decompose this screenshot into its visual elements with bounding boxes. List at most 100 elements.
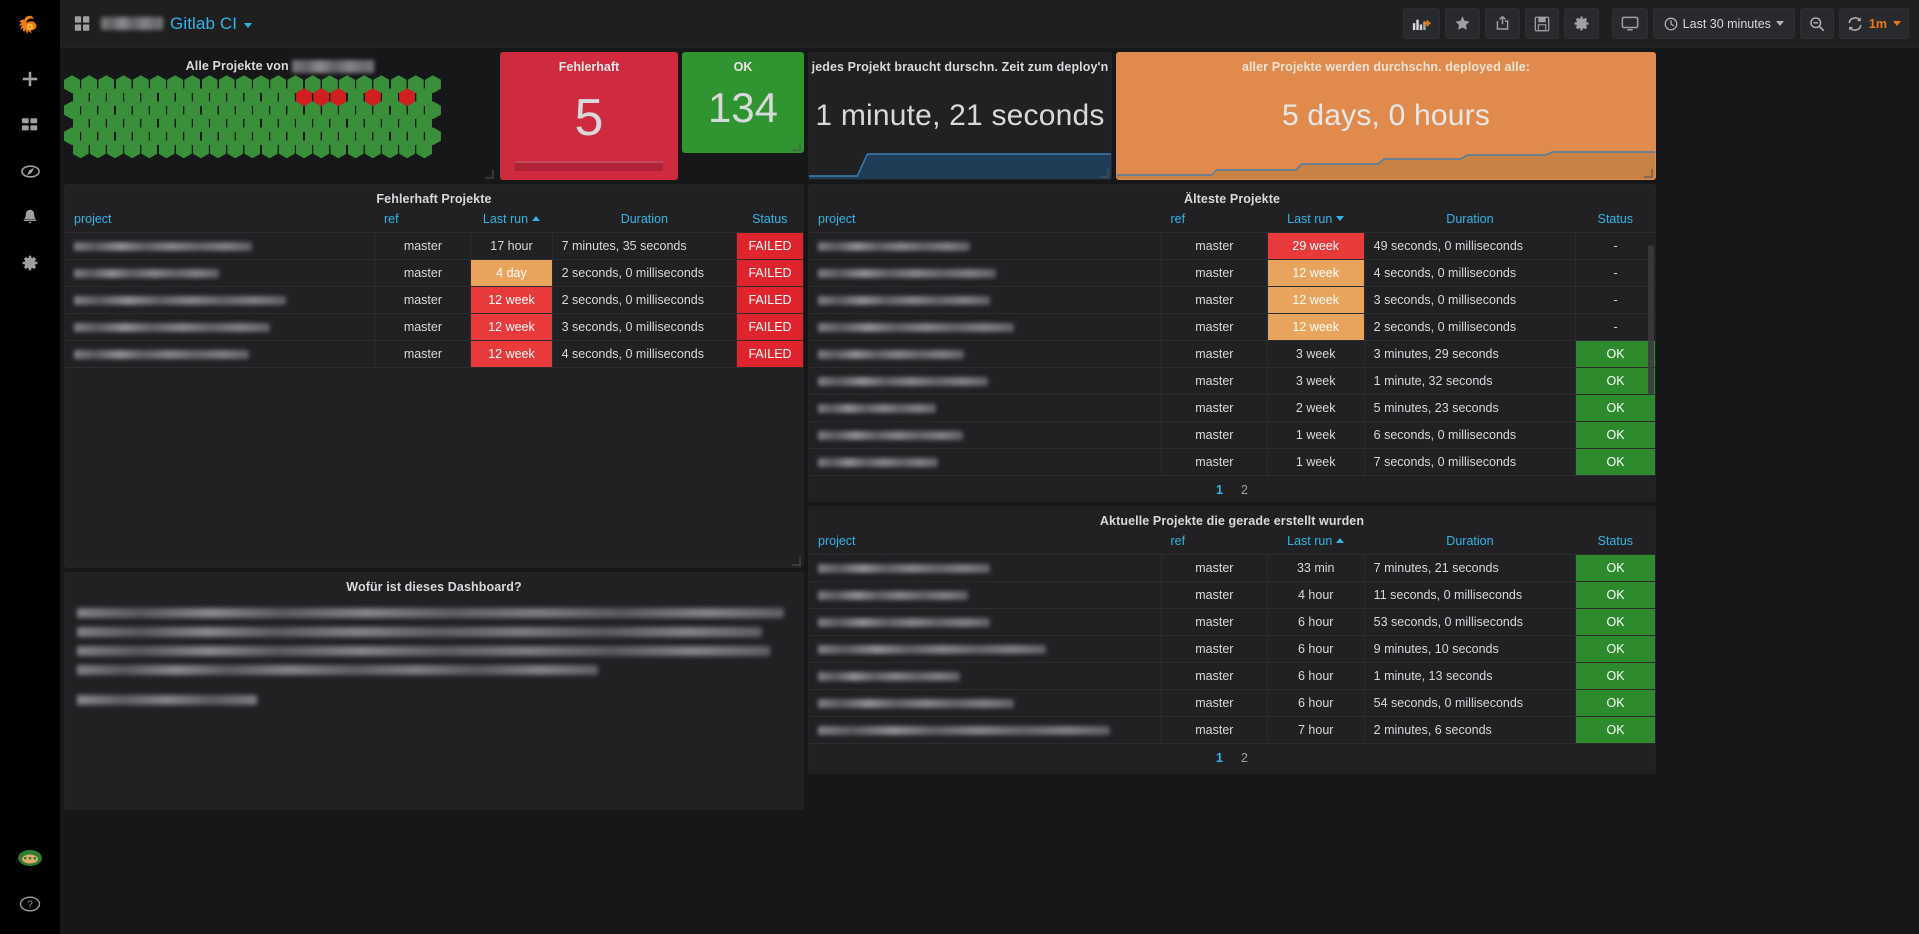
cell-project[interactable] [809,449,1162,476]
panel-all-projects-hexmap[interactable]: Alle Projekte von [64,52,496,180]
sidebar-item-user-avatar[interactable] [0,842,60,888]
table-row[interactable]: master2 week5 minutes, 23 secondsOK [809,395,1655,422]
table-row[interactable]: master12 week2 seconds, 0 milliseconds- [809,314,1655,341]
table-row[interactable]: master12 week3 seconds, 0 milliseconds- [809,287,1655,314]
grafana-logo[interactable] [0,0,60,56]
table-row[interactable]: master7 hour2 minutes, 6 secondsOK [809,717,1655,744]
pagination-page-1[interactable]: 1 [1216,751,1223,765]
cell-project[interactable] [809,233,1162,260]
table-row[interactable]: master12 week4 seconds, 0 millisecondsFA… [65,341,803,368]
cell-project[interactable] [809,314,1162,341]
table-row[interactable]: master4 day2 seconds, 0 millisecondsFAIL… [65,260,803,287]
column-header-project[interactable]: project [65,206,375,233]
oldest-projects-scrollbar[interactable] [1648,245,1654,395]
sidebar-item-help[interactable]: ? [0,888,60,934]
panel-resize-handle[interactable] [792,557,801,566]
table-row[interactable]: master1 week6 seconds, 0 millisecondsOK [809,422,1655,449]
save-dashboard-button[interactable] [1525,8,1559,39]
panel-resize-handle[interactable] [1100,169,1109,178]
table-row[interactable]: master17 hour7 minutes, 35 secondsFAILED [65,233,803,260]
column-header-lastrun[interactable]: Last run [1267,206,1364,233]
panel-resize-handle[interactable] [1644,169,1653,178]
cell-project[interactable] [809,717,1162,744]
sidebar-item-create[interactable] [0,56,60,102]
cell-project[interactable] [809,368,1162,395]
cell-project[interactable] [65,287,375,314]
cell-project[interactable] [65,260,375,287]
dashboard-grid-icon[interactable] [74,15,91,32]
cell-project[interactable] [809,555,1162,582]
panel-oldest-projects-table[interactable]: Älteste Projekte projectrefLast runDurat… [808,184,1656,502]
panel-resize-handle[interactable] [485,170,494,179]
sidebar-item-explore[interactable] [0,148,60,194]
panel-recent-projects-table[interactable]: Aktuelle Projekte die gerade erstellt wu… [808,506,1656,774]
column-header-ref[interactable]: ref [375,206,471,233]
sidebar-item-alerting[interactable] [0,194,60,240]
table-row[interactable]: master12 week3 seconds, 0 millisecondsFA… [65,314,803,341]
dashboard-title-picker[interactable]: Gitlab CI [101,14,252,34]
table-row[interactable]: master6 hour53 seconds, 0 millisecondsOK [809,609,1655,636]
cell-project[interactable] [809,422,1162,449]
panel-failed-count[interactable]: Fehlerhaft 5 [500,52,678,180]
panel-avg-deploy-time[interactable]: jedes Projekt braucht durschn. Zeit zum … [808,52,1112,180]
column-header-status[interactable]: Status [1576,528,1655,555]
column-header-project[interactable]: project [809,206,1162,233]
oldest-projects-pagination[interactable]: 12 [809,476,1655,501]
refresh-picker[interactable]: 1m [1839,8,1909,39]
table-row[interactable]: master6 hour1 minute, 13 secondsOK [809,663,1655,690]
cell-project[interactable] [809,341,1162,368]
table-row[interactable]: master1 week7 seconds, 0 millisecondsOK [809,449,1655,476]
column-header-status[interactable]: Status [1576,206,1655,233]
table-row[interactable]: master3 week3 minutes, 29 secondsOK [809,341,1655,368]
zoom-out-time-button[interactable] [1800,8,1834,39]
panel-resize-handle[interactable] [792,142,801,151]
column-header-ref[interactable]: ref [1162,528,1268,555]
table-row[interactable]: master29 week49 seconds, 0 milliseconds- [809,233,1655,260]
panel-avg-deploy-frequency[interactable]: aller Projekte werden durchschn. deploye… [1116,52,1656,180]
column-header-duration[interactable]: Duration [1364,528,1576,555]
kiosk-mode-button[interactable] [1612,8,1648,39]
table-row[interactable]: master6 hour9 minutes, 10 secondsOK [809,636,1655,663]
cell-project[interactable] [65,233,375,260]
column-header-status[interactable]: Status [737,206,803,233]
column-header-duration[interactable]: Duration [552,206,737,233]
cell-project[interactable] [65,341,375,368]
table-row[interactable]: master6 hour54 seconds, 0 millisecondsOK [809,690,1655,717]
cell-project[interactable] [809,609,1162,636]
sidebar-item-configuration[interactable] [0,240,60,286]
panel-ok-count[interactable]: OK 134 [682,52,804,153]
table-row[interactable]: master12 week2 seconds, 0 millisecondsFA… [65,287,803,314]
pagination-page-1[interactable]: 1 [1216,483,1223,497]
cell-status: OK [1576,449,1655,476]
panel-failed-projects-table[interactable]: Fehlerhaft Projekte projectrefLast runDu… [64,184,804,568]
recent-projects-pagination[interactable]: 12 [809,744,1655,769]
hexmap-grid[interactable] [64,75,496,161]
time-range-picker[interactable]: Last 30 minutes [1653,8,1795,39]
cell-project[interactable] [65,314,375,341]
cell-project[interactable] [809,636,1162,663]
cell-project[interactable] [809,395,1162,422]
column-header-project[interactable]: project [809,528,1162,555]
column-header-duration[interactable]: Duration [1364,206,1576,233]
cell-project[interactable] [809,260,1162,287]
sidebar-item-dashboards[interactable] [0,102,60,148]
column-header-lastrun[interactable]: Last run [471,206,552,233]
add-panel-button[interactable] [1403,8,1440,39]
refresh-icon[interactable] [1847,16,1863,32]
table-row[interactable]: master4 hour11 seconds, 0 millisecondsOK [809,582,1655,609]
pagination-page-2[interactable]: 2 [1241,751,1248,765]
column-header-lastrun[interactable]: Last run [1267,528,1364,555]
cell-project[interactable] [809,287,1162,314]
cell-project[interactable] [809,582,1162,609]
panel-about-dashboard[interactable]: Wofür ist dieses Dashboard? [64,572,804,810]
cell-project[interactable] [809,663,1162,690]
table-row[interactable]: master3 week1 minute, 32 secondsOK [809,368,1655,395]
table-row[interactable]: master12 week4 seconds, 0 milliseconds- [809,260,1655,287]
table-row[interactable]: master33 min7 minutes, 21 secondsOK [809,555,1655,582]
pagination-page-2[interactable]: 2 [1241,483,1248,497]
cell-project[interactable] [809,690,1162,717]
share-dashboard-button[interactable] [1485,8,1520,39]
dashboard-settings-button[interactable] [1564,8,1599,39]
star-dashboard-button[interactable] [1445,8,1480,39]
column-header-ref[interactable]: ref [1162,206,1268,233]
